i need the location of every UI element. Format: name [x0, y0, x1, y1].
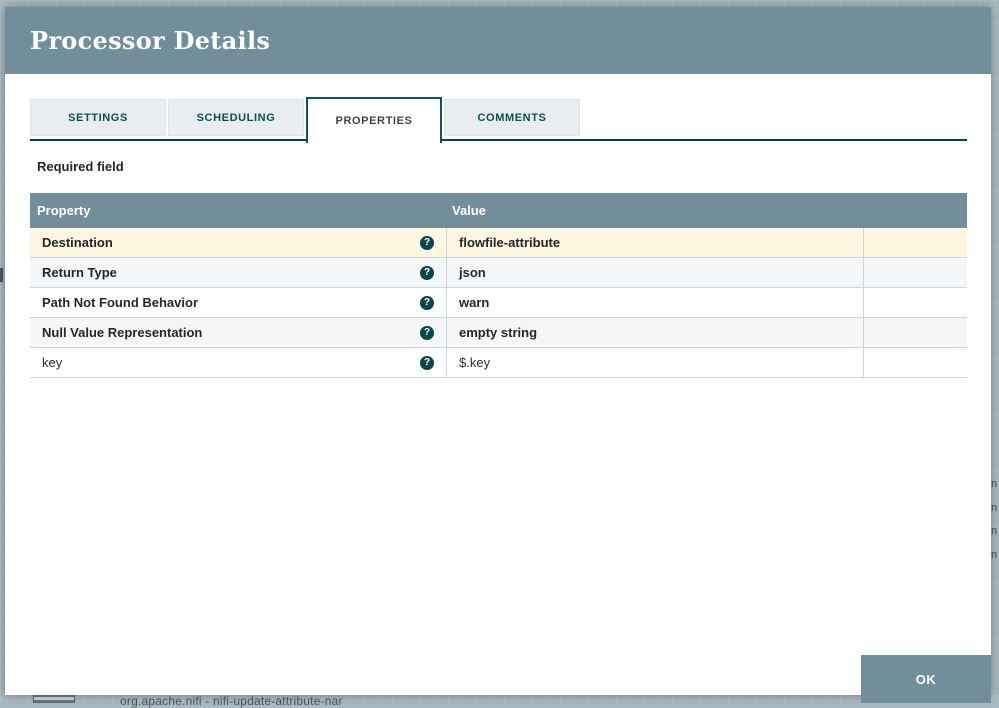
property-value: warn: [447, 288, 864, 317]
background-edge-tick: [0, 268, 3, 282]
table-row[interactable]: Destination ? flowfile-attribute: [30, 228, 967, 258]
property-name: Path Not Found Behavior: [42, 295, 198, 310]
table-header-row: Property Value: [30, 193, 967, 228]
background-text-fragment: n: [991, 549, 998, 561]
tab-bar: SETTINGS SCHEDULING PROPERTIES COMMENTS: [30, 97, 582, 151]
help-icon[interactable]: ?: [420, 355, 434, 370]
row-extra-cell: [864, 318, 967, 347]
help-icon[interactable]: ?: [420, 265, 434, 280]
table-row[interactable]: Return Type ? json: [30, 258, 967, 288]
property-name: key: [42, 355, 63, 370]
property-name: Destination: [42, 235, 113, 250]
background-processor-subtitle: org.apache.nifi - nifi-update-attribute-…: [120, 694, 343, 708]
processor-details-dialog: Processor Details SETTINGS SCHEDULING PR…: [5, 7, 991, 695]
ok-button[interactable]: OK: [861, 655, 991, 703]
help-icon[interactable]: ?: [420, 295, 434, 310]
property-value: empty string: [447, 318, 864, 347]
row-extra-cell: [864, 288, 967, 317]
dialog-header: Processor Details: [5, 7, 991, 74]
table-row[interactable]: Null Value Representation ? empty string: [30, 318, 967, 348]
background-text-fragment: n: [991, 502, 998, 514]
property-name: Null Value Representation: [42, 325, 203, 340]
background-text-fragment: n: [991, 525, 998, 537]
row-extra-cell: [864, 228, 967, 257]
help-icon[interactable]: ?: [420, 235, 434, 250]
tab-underline: [30, 139, 967, 141]
property-name: Return Type: [42, 265, 117, 280]
table-row[interactable]: key ? $.key: [30, 348, 967, 378]
tab-settings[interactable]: SETTINGS: [30, 99, 166, 136]
tab-comments[interactable]: COMMENTS: [444, 99, 580, 136]
properties-table: Property Value Destination ? flowfile-at…: [30, 193, 967, 378]
column-header-value: Value: [452, 203, 486, 218]
page-title: Processor Details: [30, 26, 271, 55]
property-value: json: [447, 258, 864, 287]
tab-scheduling[interactable]: SCHEDULING: [168, 99, 304, 136]
required-field-label: Required field: [37, 159, 124, 174]
row-extra-cell: [864, 348, 967, 377]
table-row[interactable]: Path Not Found Behavior ? warn: [30, 288, 967, 318]
property-value: $.key: [447, 348, 864, 377]
column-header-property: Property: [37, 203, 91, 218]
tab-properties[interactable]: PROPERTIES: [306, 97, 442, 143]
background-text-fragment: n: [991, 478, 998, 490]
row-extra-cell: [864, 258, 967, 287]
help-icon[interactable]: ?: [420, 325, 434, 340]
property-value: flowfile-attribute: [447, 228, 864, 257]
